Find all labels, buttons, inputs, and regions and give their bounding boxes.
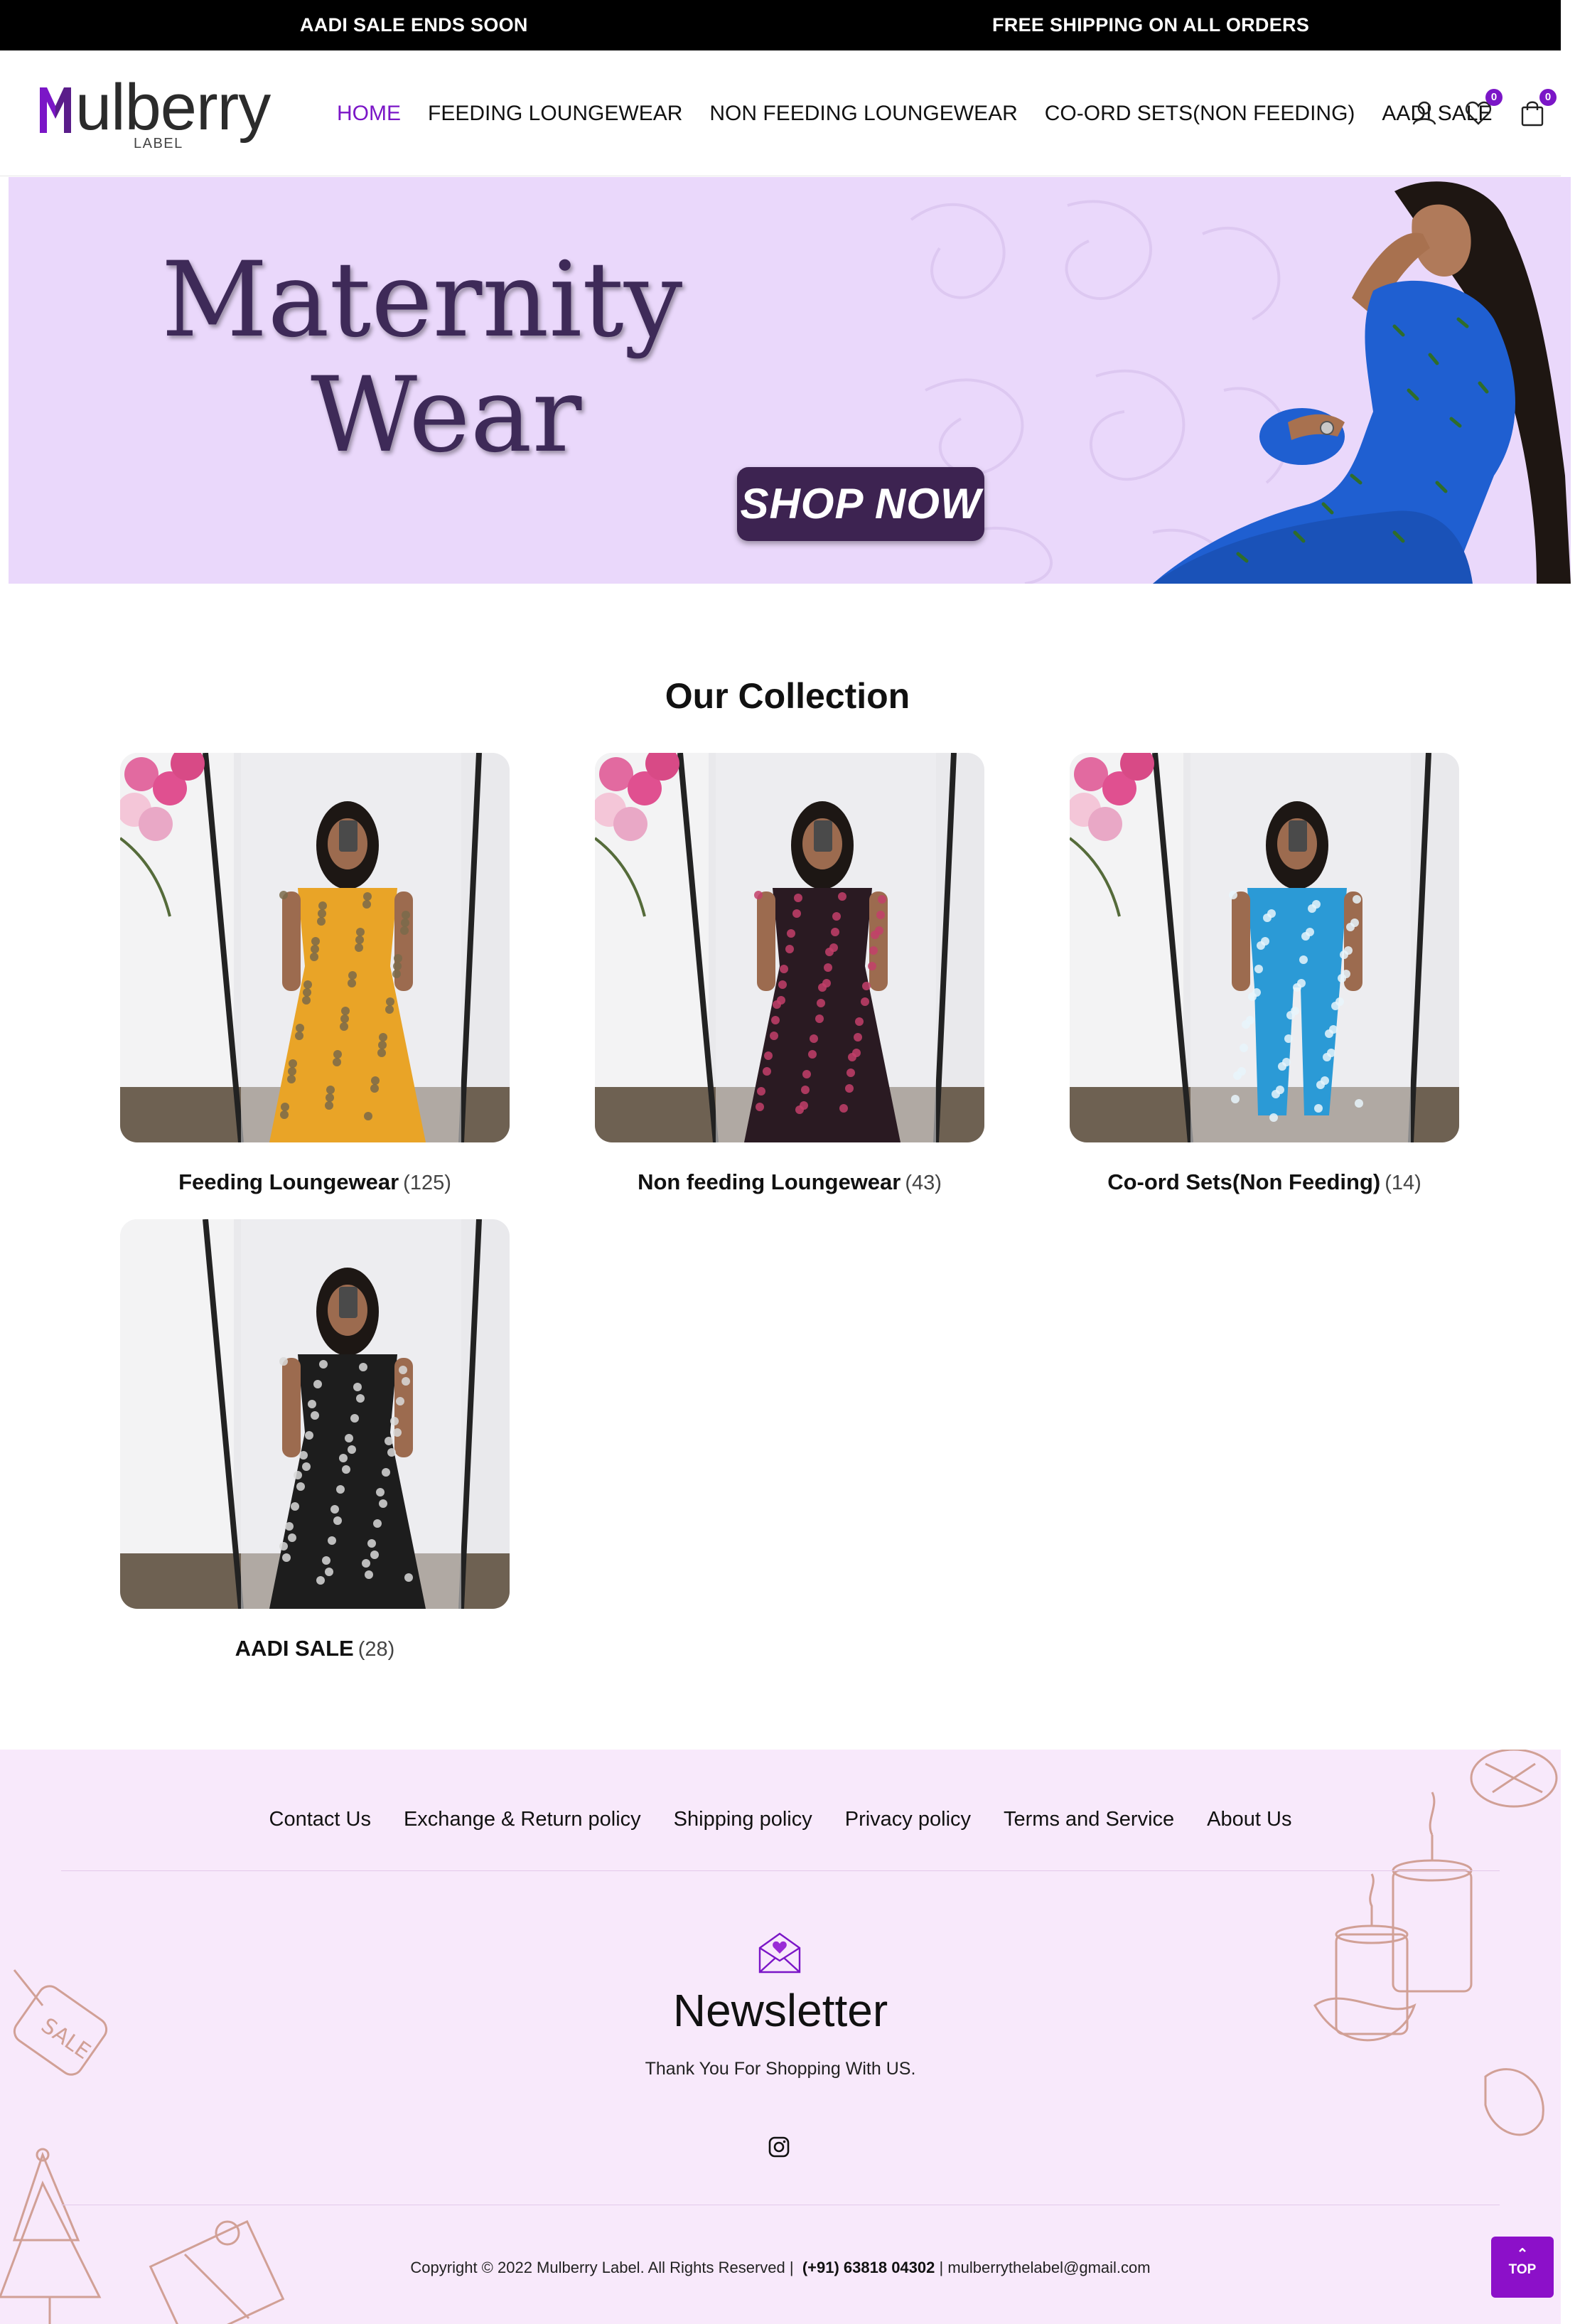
announcement-bar: AADI SALE ENDS SOON FREE SHIPPING ON ALL…	[0, 0, 1561, 50]
back-to-top-button[interactable]: ⌃ TOP	[1491, 2237, 1554, 2298]
nav-non-feeding-loungewear[interactable]: NON FEEDING LOUNGEWEAR	[709, 102, 1017, 126]
collection-card-aadi-sale[interactable]: AADI SALE (28)	[120, 1219, 510, 1661]
announcement-sale[interactable]: AADI SALE ENDS SOON	[300, 0, 528, 50]
collection-card-feeding[interactable]: Feeding Loungewear (125)	[120, 753, 510, 1195]
nav-home[interactable]: HOME	[337, 102, 401, 126]
copyright-line: Copyright © 2022 Mulberry Label. All Rig…	[0, 2259, 1561, 2277]
shop-now-button[interactable]: SHOP NOW	[737, 467, 984, 541]
logo-m-mark	[40, 87, 71, 133]
product-photo	[595, 753, 984, 1142]
logo[interactable]: ulberry LABEL	[40, 71, 281, 153]
collection-count: (125)	[403, 1172, 451, 1194]
instagram-icon[interactable]	[768, 2136, 790, 2158]
cart-button[interactable]: 0	[1518, 89, 1557, 127]
collection-image[interactable]	[595, 753, 984, 1142]
collection-title: Our Collection	[665, 676, 910, 716]
page: AADI SALE ENDS SOON FREE SHIPPING ON ALL…	[0, 0, 1575, 2324]
collection-count: (14)	[1385, 1172, 1421, 1194]
logo-sub: LABEL	[134, 136, 183, 151]
collection-caption[interactable]: Co-ord Sets(Non Feeding) (14)	[1070, 1169, 1459, 1195]
footer-link-shipping[interactable]: Shipping policy	[674, 1808, 812, 1831]
logo-wordmark: ulberry	[75, 71, 271, 144]
hero-title-line1: Maternity	[161, 240, 683, 360]
newsletter-text: Thank You For Shopping With US.	[645, 2059, 916, 2079]
product-photo	[120, 753, 510, 1142]
collection-name: Feeding Loungewear	[178, 1169, 399, 1194]
collection-caption[interactable]: AADI SALE (28)	[120, 1636, 510, 1661]
collection-caption[interactable]: Feeding Loungewear (125)	[120, 1169, 510, 1195]
copyright-separator: |	[939, 2259, 944, 2276]
collection-name: AADI SALE	[235, 1636, 354, 1661]
nav-coord-sets[interactable]: CO-ORD SETS(NON FEEDING)	[1045, 102, 1355, 126]
footer-link-about[interactable]: About Us	[1207, 1808, 1291, 1831]
collection-name: Non feeding Loungewear	[638, 1169, 901, 1194]
collection-image[interactable]	[1070, 753, 1459, 1142]
back-to-top-label: TOP	[1508, 2262, 1537, 2277]
footer-link-exchange-return[interactable]: Exchange & Return policy	[404, 1808, 641, 1831]
nav-feeding-loungewear[interactable]: FEEDING LOUNGEWEAR	[428, 102, 682, 126]
collection-card-coord-sets[interactable]: Co-ord Sets(Non Feeding) (14)	[1070, 753, 1459, 1195]
product-photo	[1070, 753, 1459, 1142]
collection-card-non-feeding[interactable]: Non feeding Loungewear (43)	[595, 753, 984, 1195]
hero-banner[interactable]: Maternity Wear SHOP NOW	[9, 177, 1571, 584]
footer-link-contact[interactable]: Contact Us	[269, 1808, 371, 1831]
site-header: ulberry LABEL HOME FEEDING LOUNGEWEAR NO…	[0, 50, 1561, 176]
footer-links: Contact Us Exchange & Return policy Ship…	[0, 1808, 1561, 1831]
copyright-text: Copyright © 2022 Mulberry Label. All Rig…	[410, 2259, 794, 2276]
hero-model-image	[1153, 181, 1571, 584]
wishlist-button[interactable]: 0	[1464, 89, 1503, 127]
envelope-heart-icon	[758, 1932, 801, 1974]
footer-link-terms[interactable]: Terms and Service	[1004, 1808, 1174, 1831]
collection-image[interactable]	[120, 1219, 510, 1609]
site-footer: SALE Contact Us Exchange & Return policy…	[0, 1750, 1561, 2324]
user-icon[interactable]	[1410, 99, 1439, 127]
collection-name: Co-ord Sets(Non Feeding)	[1107, 1169, 1381, 1194]
phone-number[interactable]: (+91) 63818 04302	[802, 2259, 935, 2276]
wishlist-count-badge: 0	[1485, 89, 1503, 106]
announcement-shipping[interactable]: FREE SHIPPING ON ALL ORDERS	[992, 0, 1309, 50]
cart-count-badge: 0	[1539, 89, 1557, 106]
chevron-up-icon: ⌃	[1516, 2247, 1529, 2262]
email-address[interactable]: mulberrythelabel@gmail.com	[947, 2259, 1150, 2276]
collection-count: (28)	[358, 1638, 395, 1661]
collection-caption[interactable]: Non feeding Loungewear (43)	[595, 1169, 984, 1195]
product-photo	[120, 1219, 510, 1609]
footer-divider	[61, 1870, 1500, 1871]
footer-link-privacy[interactable]: Privacy policy	[845, 1808, 971, 1831]
newsletter-title: Newsletter	[672, 1985, 888, 2036]
collection-count: (43)	[905, 1172, 942, 1194]
main-nav: HOME FEEDING LOUNGEWEAR NON FEEDING LOUN…	[337, 50, 1520, 176]
hero-title-line2: Wear	[311, 355, 582, 476]
collection-image[interactable]	[120, 753, 510, 1142]
